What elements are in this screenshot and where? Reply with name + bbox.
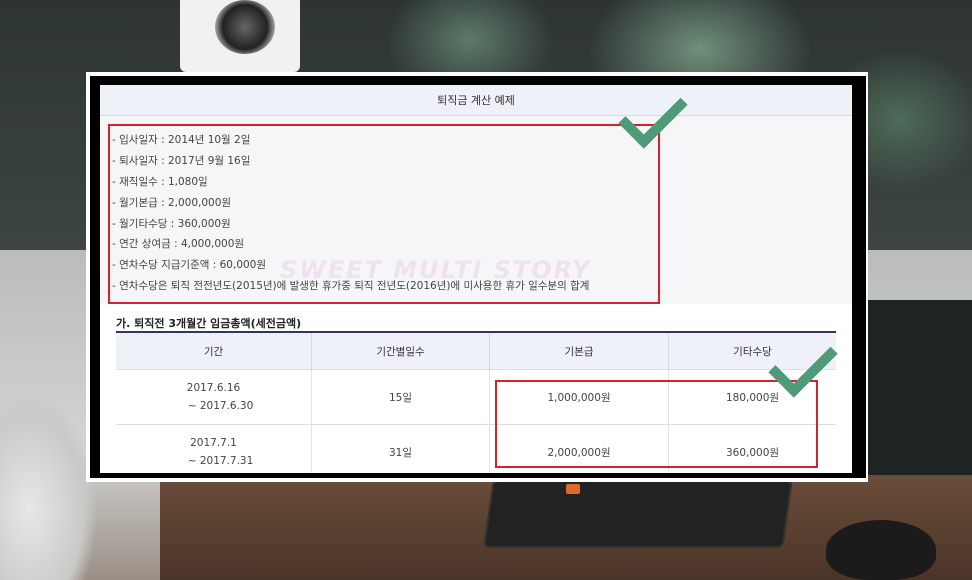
section-title: 가. 퇴직전 3개월간 임금총액(세전금액) (116, 317, 302, 330)
cell-days: 31일 (311, 424, 490, 473)
cell-days: 15일 (311, 369, 490, 425)
document-title: 퇴직금 계산 예제 (100, 85, 852, 116)
info-highlight-box (108, 124, 660, 304)
period-end: ~ 2017.6.30 (187, 400, 254, 412)
cell-period: 2017.7.1 ~ 2017.7.31 (116, 424, 312, 473)
keyboard (483, 480, 793, 548)
header-period: 기간 (116, 331, 312, 370)
period-start: 2017.6.16 (186, 382, 241, 394)
mouse (826, 520, 936, 580)
keyboard-escape-key (566, 484, 580, 494)
period-start: 2017.7.1 (190, 437, 237, 449)
pay-highlight-box (495, 380, 818, 468)
header-base-pay: 기본급 (489, 331, 669, 370)
table-header-row: 기간 기간별일수 기본급 기타수당 (116, 331, 836, 370)
period-end: ~ 2017.7.31 (187, 455, 254, 467)
header-days: 기간별일수 (311, 331, 490, 370)
cell-period: 2017.6.16 ~ 2017.6.30 (116, 369, 312, 425)
speaker-cone (215, 0, 275, 54)
